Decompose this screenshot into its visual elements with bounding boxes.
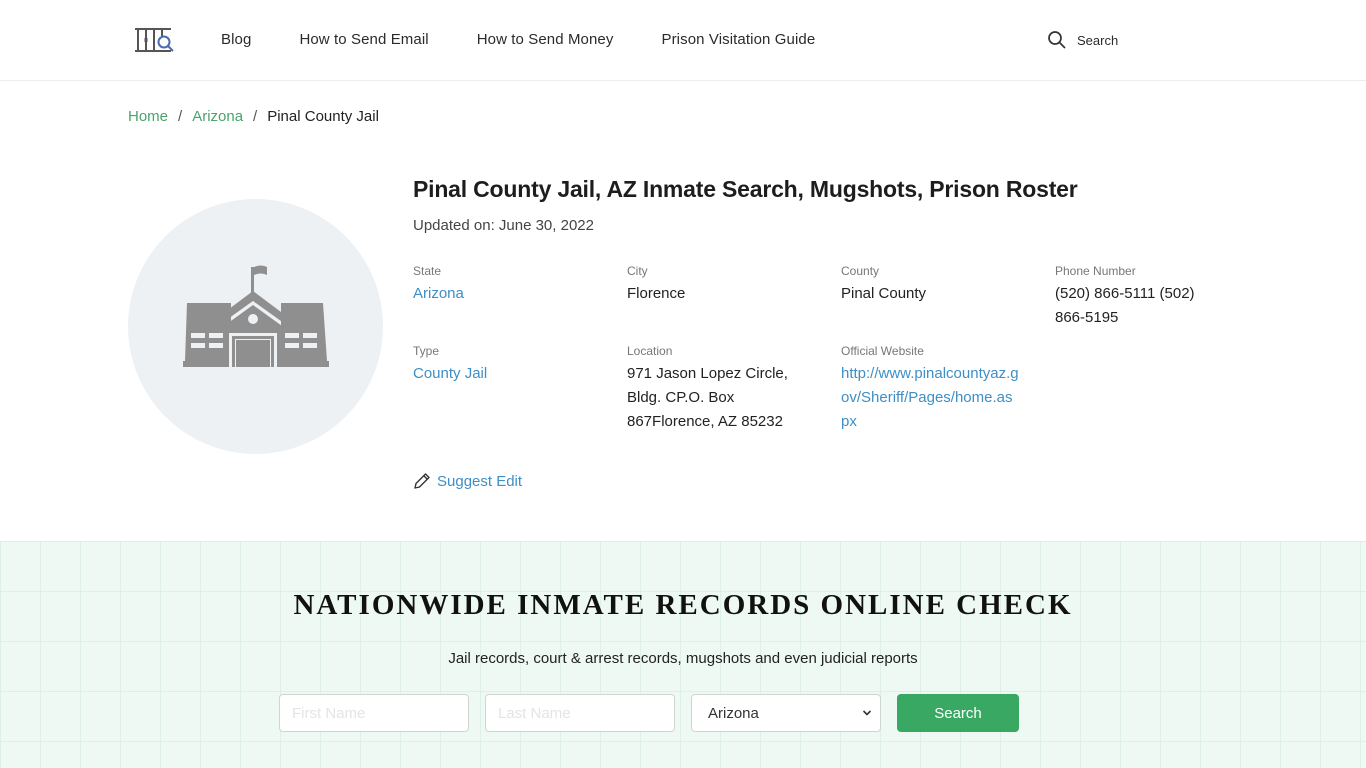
field-website: Official Website http://www.pinalcountya… [841, 344, 1055, 434]
pencil-icon [414, 473, 430, 489]
last-name-input[interactable] [485, 694, 675, 732]
field-label: State [413, 264, 442, 278]
search-icon [1048, 31, 1066, 49]
field-label: Official Website [841, 344, 924, 358]
breadcrumb-separator: / [178, 108, 183, 125]
field-label: Location [627, 344, 673, 358]
field-phone: Phone Number (520) 866-5111 (502) 866-51… [1055, 264, 1269, 330]
main-nav: Blog How to Send Email How to Send Money… [221, 30, 863, 50]
promo-heading: NATIONWIDE INMATE RECORDS ONLINE CHECK [293, 589, 1073, 621]
building-icon [182, 265, 329, 367]
field-label: Phone Number [1055, 264, 1136, 278]
suggest-edit-button[interactable]: Suggest Edit [413, 472, 522, 490]
site-logo[interactable] [133, 25, 175, 55]
field-type: Type County Jail [413, 344, 627, 434]
breadcrumb-arizona[interactable]: Arizona [192, 108, 243, 125]
page-title: Pinal County Jail, AZ Inmate Search, Mug… [413, 176, 1078, 202]
chevron-down-icon [862, 710, 872, 716]
field-city: City Florence [627, 264, 841, 330]
breadcrumb-home[interactable]: Home [128, 108, 168, 125]
facility-avatar [128, 199, 383, 454]
field-label: County [841, 264, 880, 278]
state-select-value: Arizona [708, 704, 759, 722]
facility-info-grid: State Arizona City Florence County Pinal… [413, 264, 1273, 434]
breadcrumb-separator: / [253, 108, 258, 125]
field-label: Type [413, 344, 440, 358]
suggest-edit-label: Suggest Edit [437, 472, 523, 490]
field-state: State Arizona [413, 264, 627, 330]
promo-subtitle: Jail records, court & arrest records, mu… [448, 650, 918, 667]
county-value: Pinal County [841, 285, 927, 302]
nav-blog[interactable]: Blog [221, 30, 251, 50]
site-header: Blog How to Send Email How to Send Money… [0, 0, 1366, 81]
updated-date: Updated on: June 30, 2022 [413, 217, 594, 234]
nav-how-to-send-money[interactable]: How to Send Money [477, 30, 614, 50]
state-select[interactable]: Arizona [691, 694, 881, 732]
field-location: Location 971 Jason Lopez Circle, Bldg. C… [627, 344, 841, 434]
inmate-search-promo: NATIONWIDE INMATE RECORDS ONLINE CHECK J… [0, 541, 1366, 768]
breadcrumb: Home / Arizona / Pinal County Jail [128, 108, 379, 125]
field-county: County Pinal County [841, 264, 1055, 330]
first-name-input[interactable] [279, 694, 469, 732]
jail-search-logo-icon [135, 28, 174, 52]
official-website-link[interactable]: http://www.pinalcountyaz.gov/Sheriff/Pag… [841, 362, 1019, 434]
inmate-search-form: Arizona Search [279, 694, 1019, 732]
nav-how-to-send-email[interactable]: How to Send Email [299, 30, 428, 50]
field-label: City [627, 264, 648, 278]
type-link[interactable]: County Jail [413, 362, 627, 386]
location-value: 971 Jason Lopez Circle, Bldg. CP.O. Box … [627, 365, 788, 430]
breadcrumb-current: Pinal County Jail [267, 108, 379, 125]
nav-prison-visitation-guide[interactable]: Prison Visitation Guide [661, 30, 815, 50]
search-submit-button[interactable]: Search [897, 694, 1019, 732]
state-link[interactable]: Arizona [413, 282, 627, 306]
header-search-button[interactable]: Search [1047, 30, 1118, 50]
phone-value: (520) 866-5111 (502) 866-5195 [1055, 285, 1195, 326]
city-value: Florence [627, 285, 686, 302]
search-label: Search [1077, 32, 1119, 48]
